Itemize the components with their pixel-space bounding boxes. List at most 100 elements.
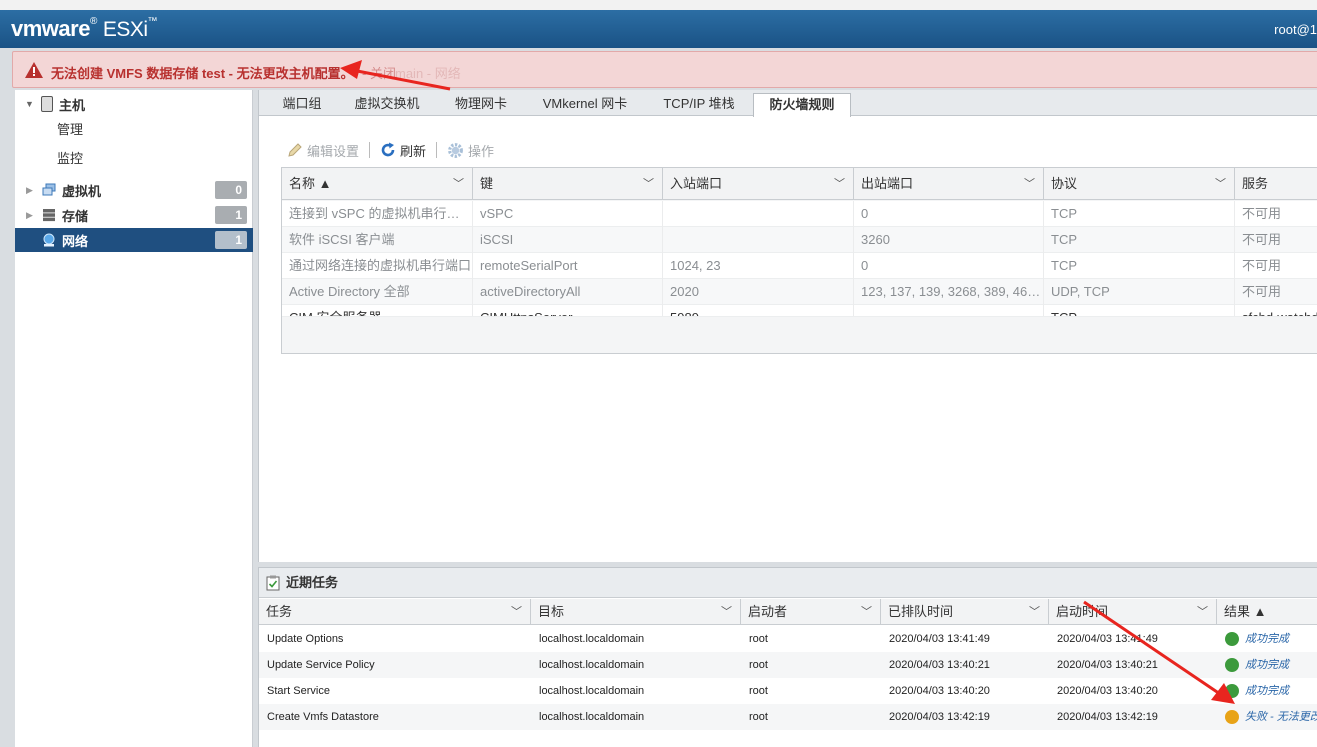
column-header-protocol[interactable]: 协议 ﹀ xyxy=(1044,168,1235,200)
column-header-target[interactable]: 目标 ﹀ xyxy=(531,599,741,625)
user-menu[interactable]: root@1 xyxy=(1274,22,1317,37)
cell-inbound: 2020 xyxy=(663,279,854,305)
task-name: Update Options xyxy=(267,633,344,645)
chevron-down-icon[interactable]: ﹀ xyxy=(453,168,464,200)
recent-tasks-header[interactable]: 近期任务 xyxy=(259,568,1317,598)
actions-button[interactable]: 操作 xyxy=(447,141,494,160)
vm-icon xyxy=(42,183,56,196)
table-row[interactable]: Active Directory 全部 activeDirectoryAll 2… xyxy=(282,279,1317,305)
caret-down-icon[interactable]: ▼ xyxy=(25,99,35,109)
task-row[interactable]: Start Service localhost.localdomain root… xyxy=(259,678,1317,704)
failure-icon xyxy=(1225,710,1239,724)
table-row[interactable]: 连接到 vSPC 的虚拟机串行端口 vSPC 0 TCP 不可用 xyxy=(282,201,1317,227)
tab-vmkernel-nics[interactable]: VMkernel 网卡 xyxy=(535,93,635,116)
nav-manage[interactable]: 管理 xyxy=(57,119,83,139)
recent-tasks-title: 近期任务 xyxy=(286,575,339,590)
task-initiator: root xyxy=(749,685,768,697)
chevron-down-icon[interactable]: ﹀ xyxy=(1029,599,1040,625)
brand-label: vmware xyxy=(11,16,90,41)
tab-port-groups[interactable]: 端口组 xyxy=(273,93,331,116)
task-row[interactable]: Create Vmfs Datastore localhost.localdom… xyxy=(259,704,1317,730)
toolbar: 编辑设置 刷新 操作 xyxy=(287,140,494,160)
vm-count-badge: 0 xyxy=(215,181,247,199)
cell-name: Active Directory 全部 xyxy=(282,279,473,305)
nav-host[interactable]: ▼ 主机 xyxy=(25,94,85,114)
tab-virtual-switches[interactable]: 虚拟交换机 xyxy=(347,93,427,116)
table-row[interactable]: 软件 iSCSI 客户端 iSCSI 3260 TCP 不可用 xyxy=(282,227,1317,253)
task-target: localhost.localdomain xyxy=(539,633,645,645)
navigator-sidebar: ▼ 主机 管理 监控 ▶ 虚拟机 0 ▶ 存储 1 网络 1 xyxy=(15,90,253,747)
edit-settings-button[interactable]: 编辑设置 xyxy=(287,141,359,160)
toolbar-separator xyxy=(436,142,438,158)
cell-key: vSPC xyxy=(473,201,663,227)
task-result-label: 失败 - 无法更改主机配置 xyxy=(1245,711,1317,723)
chevron-down-icon[interactable]: ﹀ xyxy=(1024,168,1035,200)
task-row[interactable]: Update Service Policy localhost.localdom… xyxy=(259,652,1317,678)
task-initiator: root xyxy=(749,633,768,645)
column-header-task[interactable]: 任务 ﹀ xyxy=(259,599,531,625)
nav-network[interactable]: 网络 1 xyxy=(15,228,253,252)
cell-protocol: TCP xyxy=(1044,201,1235,227)
network-content-panel: 端口组 虚拟交换机 物理网卡 VMkernel 网卡 TCP/IP 堆栈 防火墙… xyxy=(258,90,1317,562)
column-header-key[interactable]: 键 ﹀ xyxy=(473,168,663,200)
cell-service: 不可用 xyxy=(1235,253,1317,279)
toolbar-separator xyxy=(369,142,371,158)
task-started: 2020/04/03 13:40:20 xyxy=(1057,685,1158,697)
chevron-down-icon[interactable]: ﹀ xyxy=(511,599,522,625)
chevron-down-icon[interactable]: ﹀ xyxy=(721,599,732,625)
chevron-down-icon[interactable]: ﹀ xyxy=(834,168,845,200)
nav-storage[interactable]: ▶ 存储 1 xyxy=(15,203,253,227)
recent-tasks-panel: 近期任务 任务 ﹀ 目标 ﹀ 启动者 ﹀ 已排队时间 ﹀ 启动时间 ﹀ 结果 ▲ Upda… xyxy=(258,567,1317,747)
cell-service: 不可用 xyxy=(1235,201,1317,227)
chevron-down-icon[interactable]: ﹀ xyxy=(1197,599,1208,625)
column-header-initiator[interactable]: 启动者 ﹀ xyxy=(741,599,881,625)
column-header-inbound[interactable]: 入站端口 ﹀ xyxy=(663,168,854,200)
cell-protocol: TCP xyxy=(1044,253,1235,279)
tab-tcpip-stacks[interactable]: TCP/IP 堆栈 xyxy=(657,93,741,116)
nav-vms-label: 虚拟机 xyxy=(62,183,102,199)
app-header: vmware® ESXi™ root@1 xyxy=(0,10,1317,48)
column-header-started[interactable]: 启动时间 ﹀ xyxy=(1049,599,1217,625)
task-queued: 2020/04/03 13:42:19 xyxy=(889,711,990,723)
cell-protocol: TCP xyxy=(1044,227,1235,253)
cell-service: 不可用 xyxy=(1235,279,1317,305)
table-row[interactable]: CIM 安全服务器 CIMHttpsServer 5989 TCP sfcbd-… xyxy=(282,305,1317,317)
column-header-result[interactable]: 结果 ▲ xyxy=(1217,599,1317,625)
network-icon xyxy=(43,233,55,247)
column-header-queued[interactable]: 已排队时间 ﹀ xyxy=(881,599,1049,625)
task-result-label: 成功完成 xyxy=(1245,685,1289,697)
nav-vms[interactable]: ▶ 虚拟机 0 xyxy=(15,178,253,202)
nav-host-label: 主机 xyxy=(59,97,86,113)
alert-close-link[interactable]: - 关闭 xyxy=(362,63,396,82)
column-name-label: 名称 ▲ xyxy=(289,176,332,191)
cell-name: 连接到 vSPC 的虚拟机串行端口 xyxy=(282,201,473,227)
nav-monitor[interactable]: 监控 xyxy=(57,148,83,168)
column-header-service[interactable]: 服务 xyxy=(1235,168,1317,200)
chevron-down-icon[interactable]: ﹀ xyxy=(1215,168,1226,200)
nav-storage-label: 存储 xyxy=(62,208,89,224)
chevron-down-icon[interactable]: ﹀ xyxy=(643,168,654,200)
cell-key: iSCSI xyxy=(473,227,663,253)
tab-firewall-rules[interactable]: 防火墙规则 xyxy=(753,93,851,117)
cell-inbound xyxy=(663,201,854,227)
task-target: localhost.localdomain xyxy=(539,659,645,671)
storage-count-badge: 1 xyxy=(215,206,247,224)
task-queued: 2020/04/03 13:40:21 xyxy=(889,659,990,671)
table-row[interactable]: 通过网络连接的虚拟机串行端口 remoteSerialPort 1024, 23… xyxy=(282,253,1317,279)
column-header-outbound[interactable]: 出站端口 ﹀ xyxy=(854,168,1044,200)
nav-network-label: 网络 xyxy=(62,233,89,249)
cell-key: activeDirectoryAll xyxy=(473,279,663,305)
task-started: 2020/04/03 13:40:21 xyxy=(1057,659,1158,671)
task-row[interactable]: Update Options localhost.localdomain roo… xyxy=(259,626,1317,652)
cell-inbound xyxy=(663,227,854,253)
column-target-label: 目标 xyxy=(538,604,565,619)
caret-right-icon[interactable]: ▶ xyxy=(26,210,36,221)
pencil-icon xyxy=(288,143,302,157)
refresh-button[interactable]: 刷新 xyxy=(380,141,426,160)
chevron-down-icon[interactable]: ﹀ xyxy=(861,599,872,625)
tab-physical-nics[interactable]: 物理网卡 xyxy=(447,93,515,116)
alert-background-breadcrumb: main - 网络 xyxy=(395,66,461,81)
caret-right-icon[interactable]: ▶ xyxy=(26,185,36,196)
column-header-name[interactable]: 名称 ▲ ﹀ xyxy=(282,168,473,200)
cell-name: 软件 iSCSI 客户端 xyxy=(282,227,473,253)
